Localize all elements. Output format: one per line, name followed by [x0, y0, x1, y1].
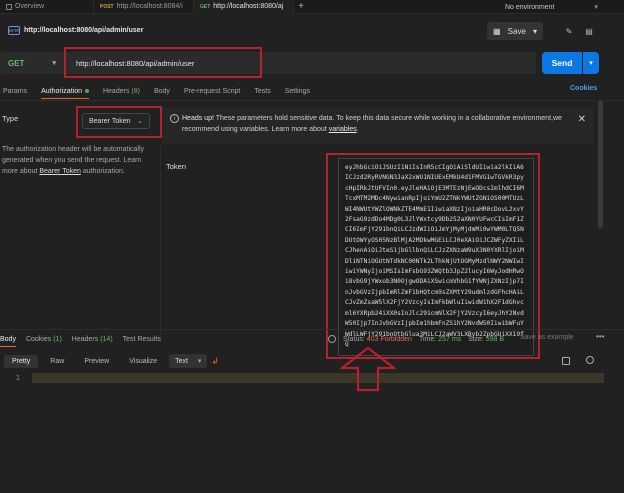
divider	[0, 329, 624, 330]
format-raw[interactable]: Raw	[42, 355, 72, 368]
save-as-example-button[interactable]: Save as example	[520, 334, 574, 341]
auth-description: The authorization header will be automat…	[2, 146, 145, 175]
banner-message: Heads up! These parameters hold sensitiv…	[182, 115, 562, 133]
method-select[interactable]: GET ▾	[0, 52, 64, 74]
wrap-lines-icon[interactable]: ↲	[211, 356, 219, 367]
divider	[160, 145, 161, 341]
tab-test-results[interactable]: Test Results	[123, 336, 161, 343]
send-options-button[interactable]: ▾	[583, 52, 599, 74]
type-label: Type	[2, 114, 19, 123]
active-line	[32, 373, 604, 383]
tab-headers[interactable]: Headers (8)	[103, 88, 140, 95]
format-preview[interactable]: Preview	[76, 355, 117, 368]
arrow-up-icon	[340, 346, 396, 392]
tab-bar: Overview POST http://localhost:8084/i GE…	[0, 0, 624, 14]
token-label: Token	[166, 162, 187, 171]
tab-authorization[interactable]: Authorization	[41, 88, 89, 99]
more-options-icon[interactable]: •••	[596, 332, 604, 341]
auth-type-annotation-box	[76, 106, 162, 138]
tab-response-headers[interactable]: Headers (14)	[72, 336, 113, 343]
bearer-token-link[interactable]: Bearer Token	[39, 168, 81, 175]
globe-icon	[328, 335, 336, 343]
save-button[interactable]: ▦ Save ▾	[487, 22, 543, 40]
tab-settings[interactable]: Settings	[285, 88, 310, 95]
cookies-link[interactable]: Cookies	[570, 85, 597, 92]
format-bar: Pretty Raw Preview Visualize Text ▾ ↲	[0, 352, 624, 370]
status-code[interactable]: 403 Forbidden	[367, 336, 412, 343]
scrollbar[interactable]	[598, 100, 603, 228]
environment-select[interactable]: No environment ▾	[505, 0, 598, 14]
sensitive-data-banner: i Heads up! These parameters hold sensit…	[162, 108, 594, 144]
tab-body[interactable]: Body	[154, 88, 170, 95]
line-number: 1	[15, 374, 20, 382]
response-status: Status: 403 Forbidden Time: 257 ms Size:…	[328, 333, 504, 345]
chevron-down-icon: ▾	[532, 26, 537, 36]
response-editor[interactable]: 1	[0, 373, 604, 383]
comments-icon[interactable]: ▤	[582, 24, 596, 38]
url-annotation-box	[64, 47, 262, 78]
tab-response-body[interactable]: Body	[0, 336, 16, 347]
copy-icon[interactable]	[562, 357, 570, 365]
chevron-down-icon: ▾	[197, 358, 202, 365]
overview-icon	[6, 3, 12, 10]
search-icon[interactable]	[586, 356, 594, 364]
edit-icon[interactable]: ✎	[562, 24, 576, 38]
variables-link[interactable]: variables	[329, 126, 357, 133]
tab-tests[interactable]: Tests	[254, 88, 270, 95]
tab-post-request[interactable]: POST http://localhost:8084/i	[94, 0, 194, 14]
request-title: HTTP http://localhost:8080/api/admin/use…	[8, 26, 144, 35]
format-pretty[interactable]: Pretty	[4, 354, 39, 368]
response-time[interactable]: 257 ms	[438, 336, 461, 343]
tab-response-cookies[interactable]: Cookies (1)	[26, 336, 62, 343]
tab-params[interactable]: Params	[3, 88, 27, 95]
save-icon: ▦	[493, 26, 501, 36]
chevron-down-icon: ▾	[594, 4, 598, 11]
tab-get-request[interactable]: GET http://localhost:8080/aj	[194, 0, 294, 14]
new-tab-icon[interactable]: +	[294, 1, 308, 12]
divider	[0, 100, 624, 101]
info-icon: i	[170, 114, 179, 123]
tab-pre-request-script[interactable]: Pre-request Script	[184, 88, 240, 95]
chevron-down-icon: ▾	[52, 60, 56, 67]
send-button[interactable]: Send	[542, 52, 582, 74]
http-icon: HTTP	[8, 26, 20, 35]
active-dot-icon	[84, 88, 89, 93]
response-size[interactable]: 598 B	[486, 336, 504, 343]
format-visualize[interactable]: Visualize	[121, 355, 165, 368]
request-tabs: Params Authorization Headers (8) Body Pr…	[0, 84, 624, 99]
tab-overview[interactable]: Overview	[0, 0, 94, 14]
close-icon[interactable]: ✕	[578, 114, 586, 125]
format-type-select[interactable]: Text ▾	[169, 354, 208, 368]
